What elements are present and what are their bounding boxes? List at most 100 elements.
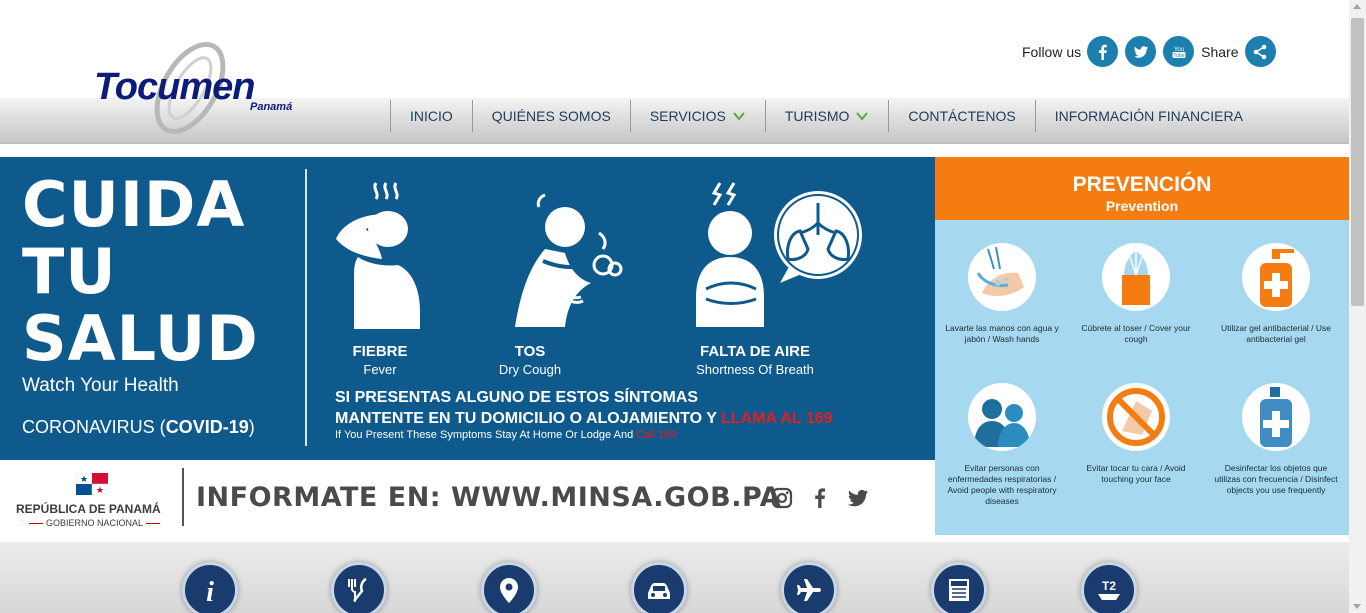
message-line: MANTENTE EN TU DOMICILIO O ALOJAMIENTO Y xyxy=(335,410,717,427)
nav-label: CONTÁCTENOS xyxy=(908,108,1016,124)
location-icon[interactable] xyxy=(481,562,537,613)
fever-icon xyxy=(336,182,420,329)
panama-flag-icon xyxy=(76,473,108,495)
prevention-title: PREVENCIÓN xyxy=(1072,173,1212,196)
chevron-down-icon xyxy=(733,112,745,121)
nav-servicios[interactable]: SERVICIOS xyxy=(629,100,765,132)
svg-text:Tube: Tube xyxy=(1173,52,1184,58)
airplane-icon[interactable] xyxy=(781,562,837,613)
republic-label: REPÚBLICA DE PANAMÁ xyxy=(16,502,161,516)
scroll-down-arrow-icon[interactable] xyxy=(1353,604,1361,609)
symptom-title: FALTA DE AIRE xyxy=(700,343,810,360)
prevention-item-disinfect: Desinfectar los objetos que utilizas con… xyxy=(1211,383,1341,496)
message-en: If You Present These Symptoms Stay At Ho… xyxy=(335,429,634,441)
corona-bold: COVID-19 xyxy=(165,417,249,437)
quick-links-bar: i T2 xyxy=(0,542,1349,613)
symptom-message-english: If You Present These Symptoms Stay At Ho… xyxy=(335,429,677,441)
minsa-social-icons xyxy=(770,486,884,510)
prevention-item-antibacterial-gel: Utilizar gel antibacterial / Use antibac… xyxy=(1211,243,1341,345)
nav-label: QUIÉNES SOMOS xyxy=(491,108,611,124)
symptom-title: TOS xyxy=(514,343,546,360)
hand-wash-icon xyxy=(968,243,1036,311)
symptom-message: SI PRESENTAS ALGUNO DE ESTOS SÍNTOMAS MA… xyxy=(335,387,833,429)
symptom-cough: TOS Dry Cough xyxy=(480,343,580,377)
prevention-item-cover-cough: Cúbrete al toser / Cover your cough xyxy=(1071,243,1201,345)
symptom-subtitle: Fever xyxy=(363,362,397,377)
headline-line: TU xyxy=(22,235,117,308)
nav-inicio[interactable]: INICIO xyxy=(390,100,472,132)
prevention-caption: Evitar personas con enfermedades respira… xyxy=(947,463,1057,506)
people-icon xyxy=(968,383,1036,451)
prevention-subtitle: Prevention xyxy=(1105,198,1179,214)
tocumen-logo[interactable]: Tocumen Panamá xyxy=(90,26,310,138)
banner-headline: CUIDA TU SALUD xyxy=(22,171,259,372)
facebook-icon[interactable] xyxy=(1087,36,1119,67)
prevention-item-no-touch-face: Evitar tocar tu cara / Avoid touching yo… xyxy=(1071,383,1201,485)
food-icon[interactable] xyxy=(331,562,387,613)
informate-label: INFORMATE EN: WWW.MINSA.GOB.PA xyxy=(196,482,782,513)
symptom-subtitle: Dry Cough xyxy=(498,362,562,377)
scroll-up-arrow-icon[interactable] xyxy=(1353,4,1361,9)
page: Tocumen Panamá INICIO QUIÉNES SOMOS SERV… xyxy=(0,0,1366,613)
divider xyxy=(305,169,307,446)
corona-prefix: CORONAVIRUS ( xyxy=(22,417,166,437)
cuida-tu-salud-panel: CUIDA TU SALUD Watch Your Health CORONAV… xyxy=(0,157,935,460)
call-169-en-label: Call 169 xyxy=(636,429,677,441)
symptom-fever: FIEBRE Fever xyxy=(330,343,430,377)
government-text: GOBIERNO NACIONAL xyxy=(46,518,144,528)
vertical-scrollbar[interactable] xyxy=(1349,0,1366,613)
logo-subtext: Panamá xyxy=(250,101,293,113)
social-bar: Follow us You Tube Share xyxy=(1022,36,1283,67)
scrollbar-thumb[interactable] xyxy=(1351,18,1364,306)
youtube-icon[interactable]: You Tube xyxy=(1163,36,1195,67)
facebook-icon[interactable] xyxy=(808,486,832,510)
twitter-icon[interactable] xyxy=(846,486,870,510)
divider xyxy=(182,468,184,526)
svg-text:T2: T2 xyxy=(1102,579,1116,593)
coronavirus-label: CORONAVIRUS (COVID-19) xyxy=(22,417,255,438)
nav-turismo[interactable]: TURISMO xyxy=(764,100,889,132)
chevron-down-icon xyxy=(856,112,869,121)
prevention-caption: Evitar tocar tu cara / Avoid touching yo… xyxy=(1086,463,1186,484)
prevention-item-avoid-sick: Evitar personas con enfermedades respira… xyxy=(937,383,1067,507)
news-icon[interactable] xyxy=(931,562,987,613)
t2-icon[interactable]: T2 xyxy=(1081,562,1137,613)
government-label: GOBIERNO NACIONAL xyxy=(26,518,163,528)
call-169-label: LLAMA AL 169 xyxy=(721,410,833,427)
symptom-title: FIEBRE xyxy=(352,343,408,360)
info-icon[interactable]: i xyxy=(182,562,238,613)
symptom-shortness-of-breath: FALTA DE AIRE Shortness Of Breath xyxy=(680,343,830,377)
tissue-icon xyxy=(1102,243,1170,311)
nav-quienes-somos[interactable]: QUIÉNES SOMOS xyxy=(471,100,630,132)
nav-label: INICIO xyxy=(410,108,453,124)
main-nav: INICIO QUIÉNES SOMOS SERVICIOS TURISMO C… xyxy=(390,100,1262,132)
nav-label: SERVICIOS xyxy=(649,108,726,124)
car-icon[interactable] xyxy=(631,562,687,613)
no-touch-face-icon xyxy=(1102,383,1170,451)
covid-banner[interactable]: CUIDA TU SALUD Watch Your Health CORONAV… xyxy=(0,157,1349,542)
corona-suffix: ) xyxy=(248,417,255,437)
prevention-panel: PREVENCIÓN Prevention Lavarte las manos … xyxy=(935,157,1349,535)
instagram-icon[interactable] xyxy=(770,486,794,510)
headline-english: Watch Your Health xyxy=(22,375,179,396)
cough-icon xyxy=(515,193,623,327)
prevention-item-wash-hands: Lavarte las manos con agua y jabón / Was… xyxy=(937,243,1067,345)
symptom-subtitle: Shortness Of Breath xyxy=(696,362,814,377)
logo-text: Tocumen xyxy=(94,66,255,108)
shortness-of-breath-icon xyxy=(696,182,862,327)
headline-line: CUIDA xyxy=(22,168,246,241)
share-icon[interactable] xyxy=(1244,36,1276,67)
message-line: SI PRESENTAS ALGUNO DE ESTOS SÍNTOMAS xyxy=(335,389,699,406)
disinfect-icon xyxy=(1242,383,1310,451)
nav-label: INFORMACIÓN FINANCIERA xyxy=(1054,108,1243,124)
twitter-icon[interactable] xyxy=(1125,36,1157,67)
prevention-caption: Cúbrete al toser / Cover your cough xyxy=(1081,323,1191,344)
prevention-caption: Utilizar gel antibacterial / Use antibac… xyxy=(1220,323,1332,344)
headline-line: SALUD xyxy=(22,302,259,375)
follow-label: Follow us xyxy=(1022,43,1082,60)
svg-text:i: i xyxy=(206,577,214,605)
sanitizer-icon xyxy=(1242,243,1310,311)
nav-contactenos[interactable]: CONTÁCTENOS xyxy=(888,100,1034,132)
nav-informacion-financiera[interactable]: INFORMACIÓN FINANCIERA xyxy=(1034,100,1262,132)
site-header: Tocumen Panamá INICIO QUIÉNES SOMOS SERV… xyxy=(0,0,1349,145)
